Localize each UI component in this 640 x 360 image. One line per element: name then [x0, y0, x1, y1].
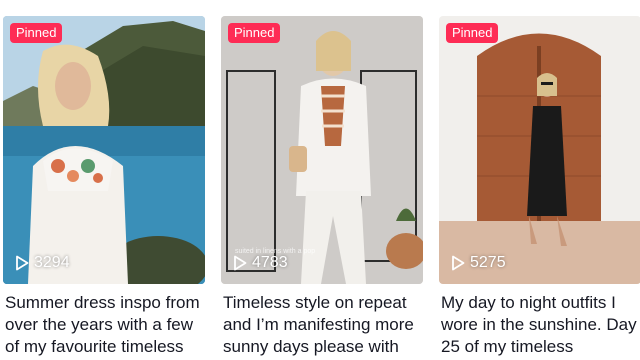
video-caption[interactable]: My day to night outfits I wore in the su… [441, 292, 640, 360]
video-thumbnail[interactable]: Pinned 3294 [3, 16, 205, 284]
view-count: 4783 [233, 253, 288, 273]
play-icon [452, 255, 465, 271]
thumbnail-image-white-suit [221, 16, 423, 284]
view-count: 3294 [15, 253, 70, 273]
play-icon [16, 255, 29, 271]
thumbnail-image-black-dress [439, 16, 640, 284]
view-count-value: 4783 [252, 254, 288, 271]
view-count-value: 3294 [34, 254, 70, 271]
video-caption[interactable]: Summer dress inspo from over the years w… [5, 292, 205, 360]
view-count: 5275 [451, 253, 506, 273]
pinned-badge: Pinned [10, 23, 63, 43]
video-card-2[interactable]: suited in linens with a pop Pinned 4783 … [221, 16, 423, 360]
pinned-badge: Pinned [446, 23, 499, 43]
video-card-1[interactable]: Pinned 3294 Summer dress inspo from over… [3, 16, 205, 360]
video-thumbnail[interactable]: Pinned 5275 [439, 16, 640, 284]
pinned-badge: Pinned [228, 23, 281, 43]
thumbnail-image-seaside-dress [3, 16, 205, 284]
video-thumbnail[interactable]: suited in linens with a pop Pinned 4783 [221, 16, 423, 284]
video-grid: Pinned 3294 Summer dress inspo from over… [0, 0, 640, 360]
video-card-3[interactable]: Pinned 5275 My day to night outfits I wo… [439, 16, 640, 360]
video-caption[interactable]: Timeless style on repeat and I’m manifes… [223, 292, 423, 360]
view-count-value: 5275 [470, 254, 506, 271]
play-icon [234, 255, 247, 271]
